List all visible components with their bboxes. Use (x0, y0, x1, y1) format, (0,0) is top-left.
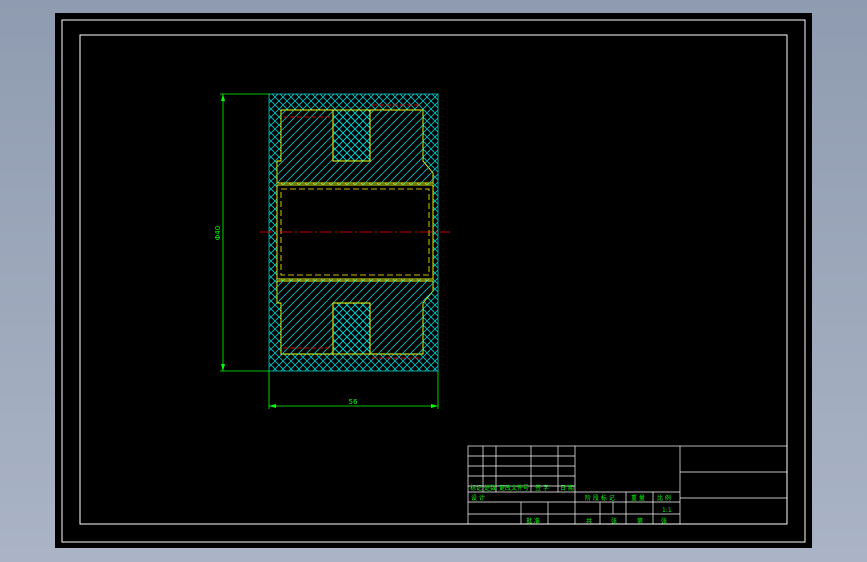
tb-sheets-unit-2: 张 (661, 517, 667, 525)
cad-drawing-viewport[interactable]: Φ40 56 标记 处数 更改文件号 签 字 日 期 设 计 阶 段 标 记 重… (55, 13, 812, 548)
top-left-slot (332, 109, 371, 162)
dimension-horizontal-label: 56 (349, 398, 358, 406)
tb-sign: 签 字 (535, 484, 549, 492)
tb-sheets-unit-1: 张 (611, 517, 617, 525)
tb-sheet-num: 第 (637, 517, 643, 525)
tb-mark: 标记 (470, 484, 482, 492)
bottom-center-slot (332, 302, 371, 355)
tb-date: 日 期 (560, 484, 574, 492)
title-block-text: 标记 处数 更改文件号 签 字 日 期 设 计 阶 段 标 记 重 量 比 例 … (470, 484, 672, 525)
tb-stage: 阶 段 标 记 (585, 494, 615, 502)
tb-sheets-total: 共 (586, 517, 592, 525)
tb-change-doc: 更改文件号 (499, 484, 529, 492)
part-section[interactable] (260, 93, 450, 372)
tb-approve: 批 准 (526, 517, 540, 525)
cad-drawing: Φ40 56 标记 处数 更改文件号 签 字 日 期 设 计 阶 段 标 记 重… (61, 19, 806, 543)
dimension-vertical-label: Φ40 (214, 226, 222, 240)
tb-count: 处数 (484, 484, 496, 492)
tb-design: 设 计 (471, 494, 485, 502)
dimension-horizontal[interactable]: 56 (268, 371, 439, 409)
tb-scale-label: 比 例 (657, 494, 671, 502)
dimension-vertical[interactable]: Φ40 (214, 93, 269, 372)
tb-weight: 重 量 (631, 494, 645, 502)
tb-scale-value: 1:1 (662, 507, 672, 514)
